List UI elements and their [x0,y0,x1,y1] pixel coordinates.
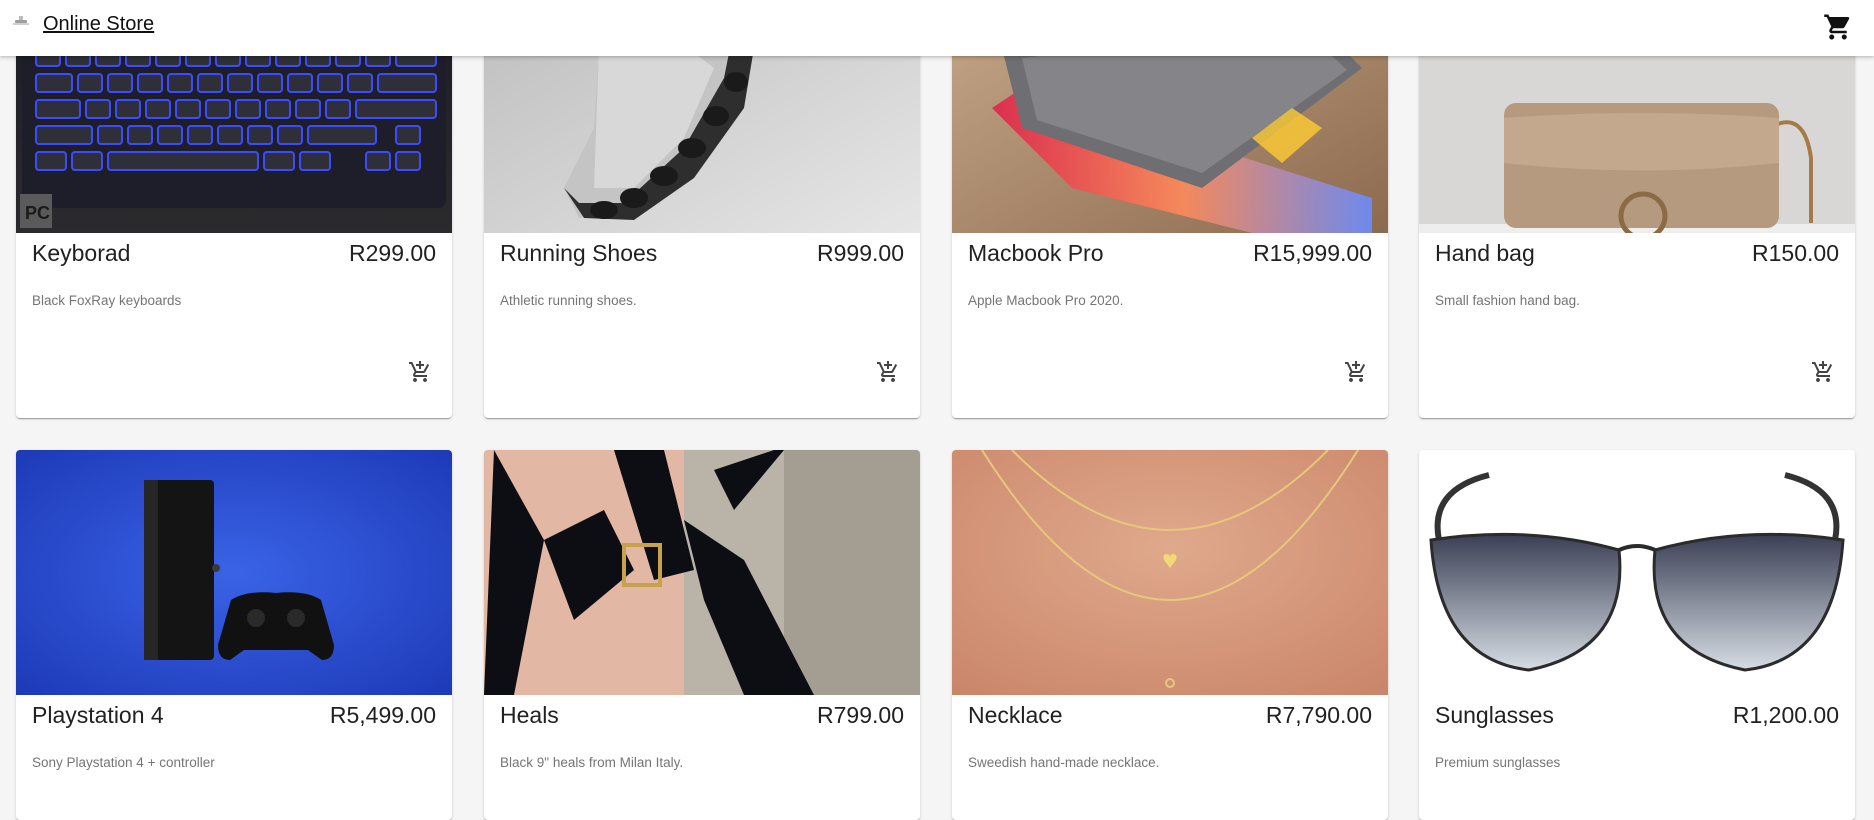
product-description: Premium sunglasses [1435,755,1561,770]
product-name: Heals [500,702,559,728]
product-price: R5,499.00 [329,702,436,728]
product-price: R999.00 [817,240,904,266]
product-description: Athletic running shoes. [500,293,637,308]
product-name: Hand bag [1435,240,1535,266]
svg-text:PC: PC [25,203,50,223]
product-card-hand-bag[interactable]: Hand bag R150.00 Small fashion hand bag. [1419,0,1855,418]
app-bar: Online Store [0,0,1874,56]
necklace-image [952,450,1388,695]
console-image [16,450,452,695]
product-card-sunglasses[interactable]: Sunglasses R1,200.00 Premium sunglasses [1419,450,1855,820]
product-description: Sony Playstation 4 + controller [32,755,215,770]
product-description: Apple Macbook Pro 2020. [968,293,1124,308]
product-card-necklace[interactable]: Necklace R7,790.00 Sweedish hand-made ne… [952,450,1388,820]
product-description: Small fashion hand bag. [1435,293,1580,308]
sunglasses-image [1419,450,1855,695]
product-price: R150.00 [1752,240,1839,266]
add-shopping-cart-icon[interactable] [1344,360,1368,384]
product-price: R7,790.00 [1265,702,1372,728]
product-card-macbook-pro[interactable]: Macbook Pro R15,999.00 Apple Macbook Pro… [952,0,1388,418]
product-name: Running Shoes [500,240,658,266]
shopping-cart-icon[interactable] [1823,12,1853,42]
add-shopping-cart-icon[interactable] [408,360,432,384]
app-title[interactable]: Online Store [43,13,154,36]
heels-image [484,450,920,695]
product-card-heals[interactable]: Heals R799.00 Black 9" heals from Milan … [484,450,920,820]
product-price: R299.00 [349,240,436,266]
product-description: Black FoxRay keyboards [32,293,182,308]
product-card-keyboard[interactable]: PC Keyborad R299.00 Black FoxRay keyboar… [16,0,452,418]
add-shopping-cart-icon[interactable] [876,360,900,384]
product-card-playstation-4[interactable]: Playstation 4 R5,499.00 Sony Playstation… [16,450,452,820]
product-name: Necklace [968,702,1063,728]
product-description: Sweedish hand-made necklace. [968,755,1160,770]
product-name: Sunglasses [1435,702,1554,728]
product-name: Keyborad [32,240,131,266]
product-price: R799.00 [817,702,904,728]
add-shopping-cart-icon[interactable] [1811,360,1835,384]
product-price: R15,999.00 [1253,240,1372,266]
product-description: Black 9" heals from Milan Italy. [500,755,684,770]
product-name: Playstation 4 [32,702,164,728]
product-card-running-shoes[interactable]: Running Shoes R999.00 Athletic running s… [484,0,920,418]
store-logo-icon[interactable] [12,14,30,28]
product-name: Macbook Pro [968,240,1104,266]
product-price: R1,200.00 [1732,702,1839,728]
